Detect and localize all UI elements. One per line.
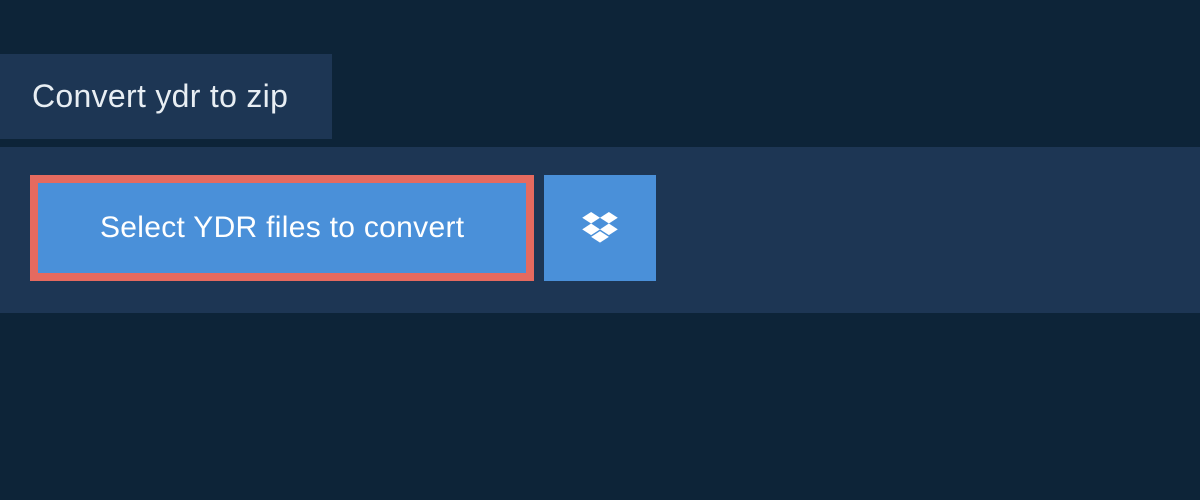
select-files-button[interactable]: Select YDR files to convert [38, 183, 526, 273]
upload-panel: Select YDR files to convert [0, 147, 1200, 313]
tab-header: Convert ydr to zip [0, 54, 332, 139]
dropbox-button[interactable] [544, 175, 656, 281]
button-row: Select YDR files to convert [30, 175, 1170, 281]
dropbox-icon [582, 212, 618, 244]
page-title: Convert ydr to zip [32, 78, 288, 115]
select-files-highlight: Select YDR files to convert [30, 175, 534, 281]
